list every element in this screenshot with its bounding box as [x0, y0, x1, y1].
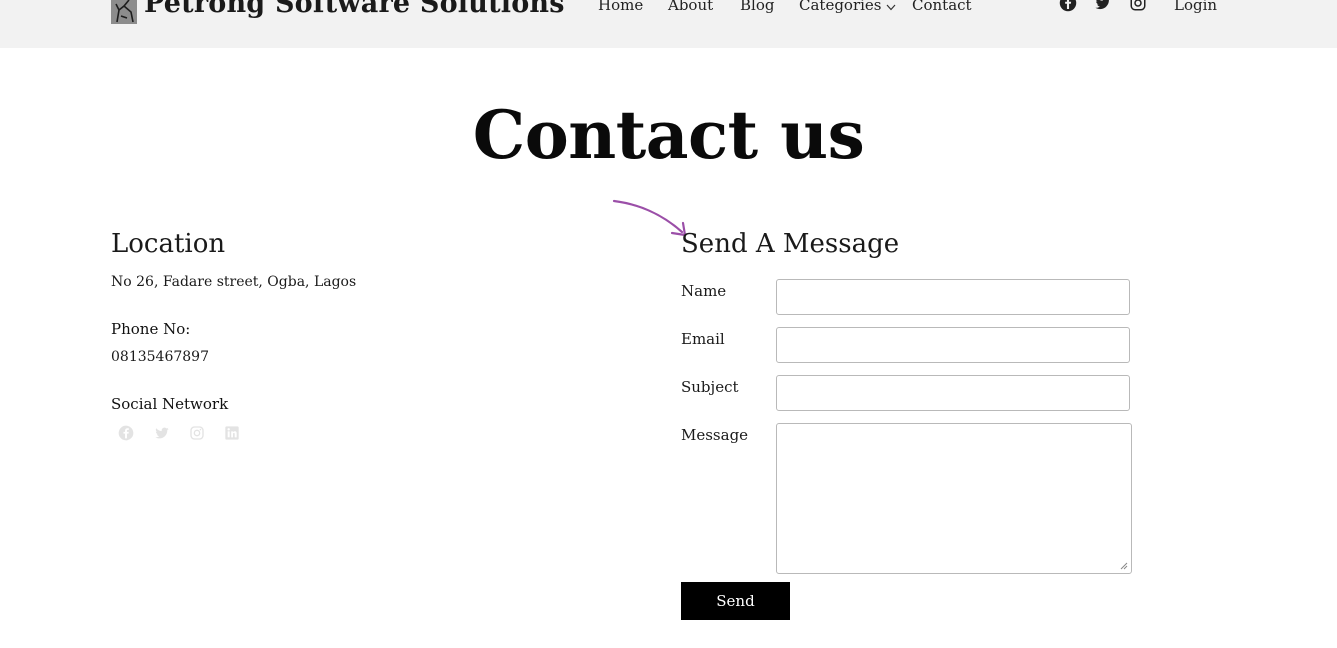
facebook-icon[interactable]: [1059, 0, 1077, 12]
social-network-label: Social Network: [111, 395, 229, 413]
address-text: No 26, Fadare street, Ogba, Lagos: [111, 274, 357, 290]
site-header: Petrong Software Solutions Home About Bl…: [0, 0, 1337, 48]
nav-blog[interactable]: Blog: [740, 0, 774, 14]
email-label: Email: [681, 330, 725, 348]
subject-input[interactable]: [776, 375, 1130, 411]
instagram-icon[interactable]: [1129, 0, 1147, 12]
message-label: Message: [681, 426, 749, 444]
location-heading: Location: [111, 229, 226, 259]
send-button[interactable]: Send: [681, 582, 790, 620]
instagram-icon[interactable]: [189, 425, 205, 441]
logo-tree-icon: [111, 0, 137, 24]
chevron-down-icon: [886, 0, 896, 15]
page-title: Contact us: [472, 96, 865, 174]
login-link[interactable]: Login: [1174, 0, 1217, 14]
arrow-annotation-icon: [612, 199, 687, 237]
twitter-icon[interactable]: [1094, 0, 1112, 12]
subject-label: Subject: [681, 378, 739, 396]
nav-categories[interactable]: Categories: [799, 0, 896, 15]
name-label: Name: [681, 282, 727, 300]
nav-categories-label: Categories: [799, 0, 882, 14]
phone-number: 08135467897: [111, 349, 209, 365]
twitter-icon[interactable]: [154, 425, 170, 441]
message-textarea[interactable]: [776, 423, 1132, 574]
email-input[interactable]: [776, 327, 1130, 363]
facebook-icon[interactable]: [118, 425, 134, 441]
nav-about[interactable]: About: [668, 0, 713, 14]
nav-contact[interactable]: Contact: [912, 0, 972, 14]
resize-grip-icon[interactable]: [1120, 562, 1128, 570]
logo-image[interactable]: [111, 0, 137, 24]
brand-name[interactable]: Petrong Software Solutions: [144, 0, 565, 19]
linkedin-icon[interactable]: [224, 425, 240, 441]
name-input[interactable]: [776, 279, 1130, 315]
send-message-heading: Send A Message: [681, 229, 900, 259]
phone-label: Phone No:: [111, 320, 191, 338]
nav-home[interactable]: Home: [598, 0, 643, 14]
